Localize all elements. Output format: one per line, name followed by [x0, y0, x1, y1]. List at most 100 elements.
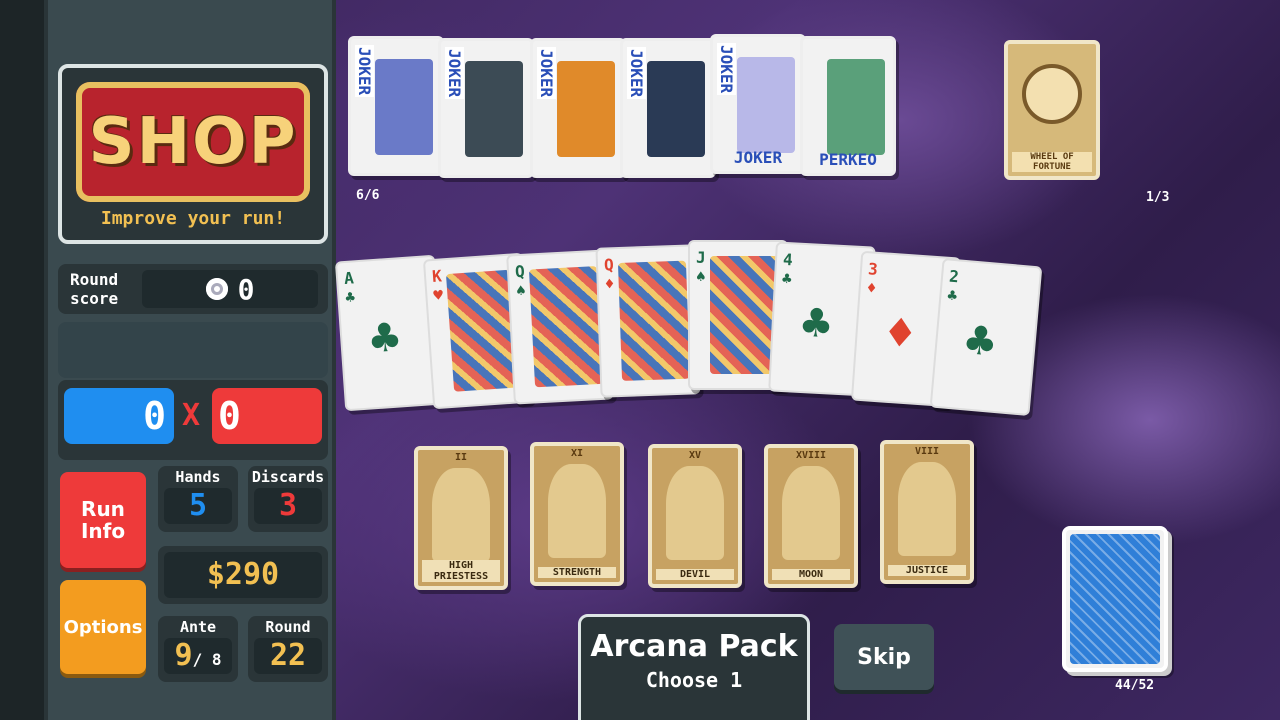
score-panel: 0 X 0 — [58, 380, 328, 460]
money-stat: $290 — [158, 546, 328, 604]
money-value: $290 — [164, 552, 322, 598]
joker-name: JOKER — [733, 148, 783, 167]
round-value: 22 — [254, 638, 322, 674]
tarot-numeral: XV — [688, 450, 702, 461]
tarot-card[interactable]: VIII JUSTICE — [880, 440, 974, 584]
tarot-art — [898, 462, 956, 556]
chips-display: 0 — [64, 388, 174, 444]
card-rank: Q ♦ — [603, 255, 615, 294]
tarot-art — [782, 466, 840, 560]
suit-icon: ♣ — [368, 309, 402, 368]
joker-name: PERKEO — [819, 150, 877, 169]
joker-card[interactable]: JOKER — [438, 38, 534, 178]
round-stat: Round 22 — [248, 616, 328, 682]
card-rank: Q ♠ — [514, 261, 527, 301]
wheel-icon — [1022, 64, 1082, 124]
joker-label: JOKER — [445, 47, 464, 100]
suit-icon: ♣ — [800, 294, 833, 353]
ante-max: / 8 — [192, 650, 222, 669]
blind-info-panel — [58, 322, 328, 378]
tarot-card[interactable]: II HIGH PRIESTESS — [414, 446, 508, 590]
tarot-card[interactable]: XI STRENGTH — [530, 442, 624, 586]
hands-label: Hands — [175, 468, 221, 486]
tarot-numeral: XVIII — [795, 450, 827, 461]
sidebar: SHOP Improve your run! Round score 0 0 X… — [44, 0, 336, 720]
hands-stat: Hands 5 — [158, 466, 238, 532]
tarot-art — [432, 468, 490, 562]
suit-icon: ♦ — [883, 304, 917, 363]
consumable-card-name: WHEEL OF FORTUNE — [1012, 152, 1092, 172]
joker-label: JOKER — [355, 45, 374, 98]
card-rank: K ♥ — [431, 266, 444, 306]
card-rank: J ♠ — [696, 248, 706, 286]
joker-art — [737, 57, 795, 153]
tarot-name: HIGH PRIESTESS — [422, 560, 500, 582]
round-label: Round — [265, 618, 311, 636]
card-rank: 4 ♣ — [781, 249, 794, 289]
card-back-pattern — [1070, 534, 1160, 664]
chip-icon — [205, 278, 228, 300]
tarot-name: MOON — [772, 569, 850, 580]
joker-card[interactable]: JOKER JOKER — [710, 34, 806, 174]
round-score-panel: Round score 0 — [58, 264, 328, 314]
card-rank: 3 ♦ — [866, 259, 879, 298]
consumable-count: 1/3 — [1146, 190, 1170, 205]
skip-button[interactable]: Skip — [834, 624, 934, 690]
joker-card[interactable]: PERKEO — [800, 36, 896, 176]
playing-card[interactable]: Q ♦ — [595, 244, 701, 398]
joker-card[interactable]: JOKER — [348, 36, 444, 176]
joker-art — [465, 61, 523, 157]
joker-label: JOKER — [627, 47, 646, 100]
card-rank: 2 ♣ — [946, 266, 960, 306]
run-info-button[interactable]: Run Info — [60, 472, 146, 568]
tarot-name: DEVIL — [656, 569, 734, 580]
deck-count: 44/52 — [1115, 678, 1155, 693]
tarot-card[interactable]: XVIII MOON — [764, 444, 858, 588]
tarot-art — [548, 464, 606, 558]
tarot-name: JUSTICE — [888, 565, 966, 576]
ante-value-box: 9/ 8 — [164, 638, 232, 674]
hands-value: 5 — [164, 488, 232, 524]
face-card-art — [617, 260, 691, 381]
playing-card[interactable]: 2 ♣ ♣ — [929, 257, 1043, 417]
tarot-numeral: XI — [570, 448, 584, 459]
tarot-numeral: II — [454, 452, 468, 463]
joker-label: JOKER — [717, 43, 736, 96]
round-score-label: Round score — [70, 270, 119, 308]
tarot-art — [666, 466, 724, 560]
pack-info: Arcana Pack Choose 1 — [578, 614, 810, 720]
shop-subtitle: Improve your run! — [100, 208, 286, 229]
discards-stat: Discards 3 — [248, 466, 328, 532]
joker-label: JOKER — [537, 47, 556, 100]
joker-card[interactable]: JOKER — [620, 38, 716, 178]
joker-count: 6/6 — [356, 188, 380, 203]
tarot-card[interactable]: XV DEVIL — [648, 444, 742, 588]
discards-value: 3 — [254, 488, 322, 524]
joker-art — [375, 59, 433, 155]
round-score-value-box: 0 — [142, 270, 318, 308]
mult-display: 0 — [212, 388, 322, 444]
shop-title: SHOP — [88, 105, 298, 179]
ante-label: Ante — [179, 618, 217, 636]
card-rank: A ♣ — [343, 268, 356, 308]
face-card-art — [528, 265, 604, 388]
times-icon: X — [182, 398, 201, 433]
tarot-name: STRENGTH — [538, 567, 616, 578]
left-border — [0, 0, 44, 720]
round-score-value: 0 — [237, 272, 255, 306]
deck-pile[interactable] — [1062, 526, 1168, 672]
face-card-art — [710, 256, 778, 374]
joker-art — [557, 61, 615, 157]
discards-label: Discards — [251, 468, 325, 486]
ante-value: 9 — [174, 638, 193, 673]
pack-title: Arcana Pack — [590, 629, 798, 664]
joker-card[interactable]: JOKER — [530, 38, 626, 178]
options-button[interactable]: Options — [60, 580, 146, 674]
suit-icon: ♣ — [963, 312, 997, 371]
shop-banner: SHOP Improve your run! — [58, 64, 328, 244]
ante-stat: Ante 9/ 8 — [158, 616, 238, 682]
joker-art — [647, 61, 705, 157]
shop-sign: SHOP — [76, 82, 310, 202]
consumable-card-wheel-of-fortune[interactable]: WHEEL OF FORTUNE — [1004, 40, 1100, 180]
tarot-numeral: VIII — [914, 446, 940, 457]
